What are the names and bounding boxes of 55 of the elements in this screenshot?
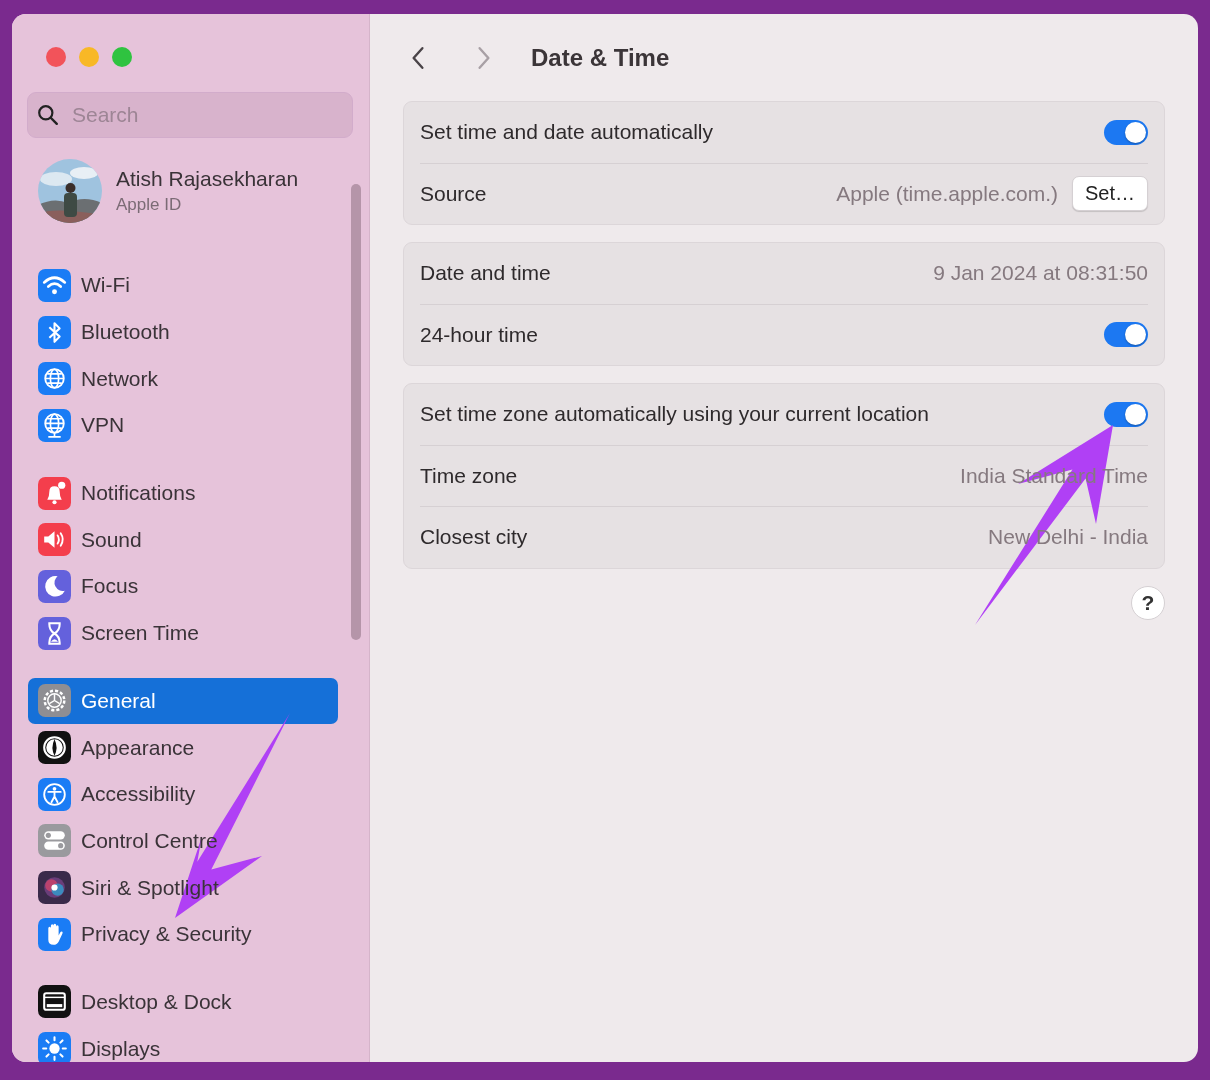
window-icon [38, 985, 71, 1019]
setting-label: Set time and date automatically [420, 120, 714, 145]
speaker-icon [38, 523, 71, 557]
setting-label: Time zone [420, 463, 519, 488]
sidebar-item[interactable]: Bluetooth [28, 308, 338, 356]
sidebar-item[interactable]: Wi-Fi [28, 262, 338, 309]
sidebar-item[interactable]: Sound [28, 516, 338, 564]
bell-icon [38, 476, 71, 510]
contrast-icon [38, 731, 71, 765]
toggle-switch[interactable] [1104, 322, 1148, 348]
page-title: Date & Time [531, 44, 670, 72]
gear-icon [38, 684, 71, 718]
setting-label: Set time zone automatically using your current location [420, 402, 930, 427]
sidebar-item[interactable]: General [28, 677, 338, 725]
sidebar-item[interactable]: Network [28, 355, 338, 403]
chevron-left-icon [411, 46, 425, 70]
setting-label: Source [420, 181, 488, 206]
sidebar-item[interactable]: Desktop & Dock [28, 978, 338, 1026]
zoom-button[interactable] [112, 47, 132, 67]
set-button[interactable]: Set… [1071, 176, 1148, 212]
sidebar-item[interactable]: Privacy & Security [28, 910, 338, 958]
setting-label: 24-hour time [420, 322, 539, 347]
scrollbar[interactable] [351, 184, 361, 640]
account-item[interactable]: Atish Rajasekharan Apple ID [38, 158, 328, 224]
setting-value: 9 Jan 2024 at 08:31:50 [933, 261, 1148, 286]
chevron-right-icon [477, 46, 491, 70]
sidebar-item[interactable]: Notifications [28, 469, 338, 517]
account-name: Atish Rajasekharan [116, 167, 299, 191]
close-button[interactable] [46, 47, 66, 67]
toggle-switch[interactable] [1104, 119, 1148, 145]
person-icon [38, 777, 71, 811]
search-field[interactable]: Search [27, 92, 353, 138]
help-button[interactable]: ? [1131, 585, 1165, 620]
sidebar-item[interactable]: Appearance [28, 724, 338, 771]
switches-icon [38, 824, 71, 858]
account-subtitle: Apple ID [116, 195, 183, 215]
orb-icon [38, 871, 71, 905]
setting-label: Date and time [420, 261, 552, 286]
globe-icon [38, 408, 71, 442]
sidebar-item[interactable]: Displays [28, 1025, 338, 1062]
sidebar-item[interactable]: VPN [28, 402, 338, 449]
bluetooth-icon [38, 315, 71, 349]
hand-icon [38, 917, 71, 951]
sidebar-item[interactable]: Screen Time [28, 609, 338, 657]
moon-icon [38, 569, 71, 603]
setting-value: Apple (time.apple.com.) [836, 181, 1058, 206]
hourglass-icon [38, 616, 71, 650]
sidebar-item[interactable]: Accessibility [28, 770, 338, 818]
setting-label: Closest city [420, 525, 529, 550]
minimize-button[interactable] [79, 47, 99, 67]
sidebar-item[interactable]: Focus [28, 563, 338, 610]
sun-icon [38, 1032, 71, 1062]
toggle-switch[interactable] [1104, 401, 1148, 427]
globe-icon [38, 362, 71, 396]
wifi-icon [38, 268, 71, 302]
